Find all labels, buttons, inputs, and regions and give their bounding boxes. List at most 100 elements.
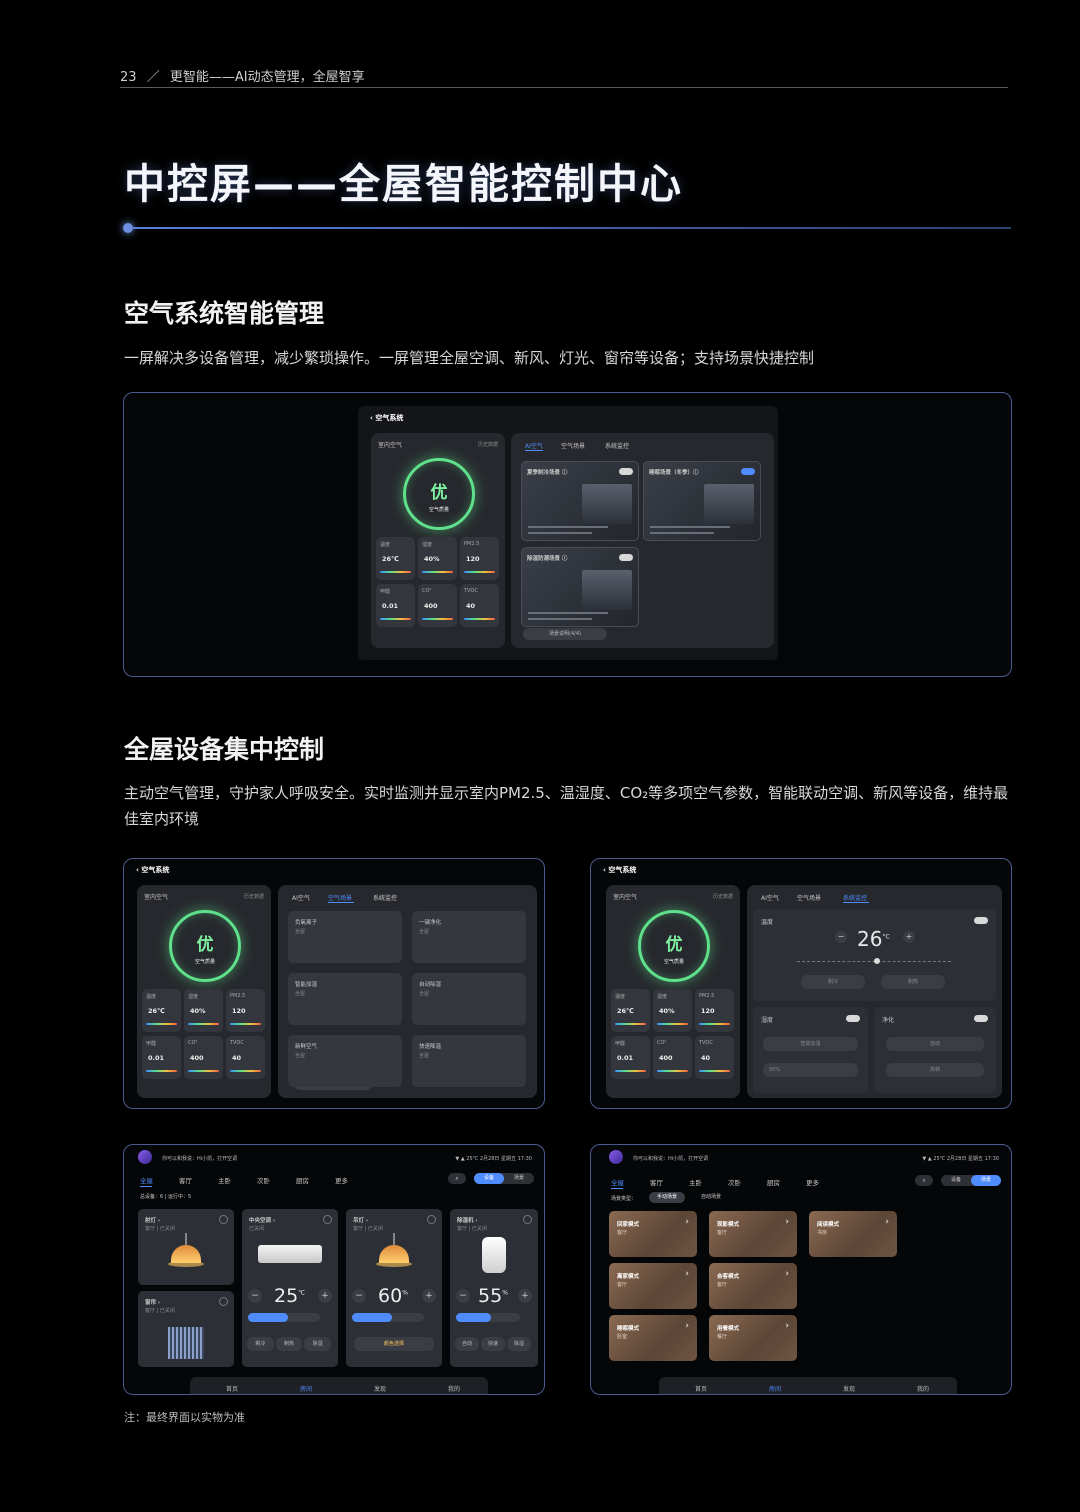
scene-info-button[interactable]: 场景说明(4/4) bbox=[523, 628, 607, 640]
cool-mode-button[interactable]: 制冷 bbox=[801, 975, 865, 989]
room-tab[interactable]: 更多 bbox=[335, 1175, 348, 1185]
tab-system-monitor[interactable]: 系统监控 bbox=[843, 893, 867, 902]
device-card[interactable]: 窗帘 › 客厅 | 已关闭 bbox=[138, 1291, 234, 1367]
power-icon[interactable] bbox=[523, 1215, 532, 1224]
scene-tile[interactable]: 负氧离子 全屋 bbox=[288, 911, 402, 963]
scene-mode-card[interactable]: 观影模式 客厅 › bbox=[709, 1211, 797, 1257]
tab-air-scene[interactable]: 空气场景 bbox=[328, 893, 352, 902]
tab-air-scene[interactable]: 空气场景 bbox=[797, 893, 821, 902]
tab-ai-air[interactable]: AI空气 bbox=[761, 893, 779, 902]
segment-scenes[interactable]: 场景 bbox=[504, 1173, 534, 1184]
room-tab[interactable]: 厨房 bbox=[296, 1175, 309, 1185]
scene-tile[interactable]: 新鲜空气 全屋 bbox=[288, 1035, 402, 1087]
segment-devices[interactable]: 设备 bbox=[941, 1175, 971, 1186]
room-tab[interactable]: 全屋 bbox=[140, 1175, 153, 1185]
scene-tile[interactable]: 一键净化 全屋 bbox=[412, 911, 526, 963]
history-link[interactable]: 历史数据 bbox=[713, 893, 733, 900]
nav-item[interactable]: 发现 bbox=[374, 1384, 386, 1393]
power-icon[interactable] bbox=[427, 1215, 436, 1224]
tab-ai-air[interactable]: AI空气 bbox=[292, 893, 310, 902]
room-tab[interactable]: 主卧 bbox=[689, 1177, 702, 1187]
increase-button[interactable]: + bbox=[518, 1289, 532, 1303]
decrease-button[interactable]: − bbox=[248, 1289, 262, 1303]
scene-mode-card[interactable]: 阅读模式 书房 › bbox=[809, 1211, 897, 1257]
assistant-avatar[interactable] bbox=[138, 1150, 152, 1164]
heat-mode-button[interactable]: 制热 bbox=[881, 975, 945, 989]
level-slider-fill[interactable] bbox=[352, 1313, 392, 1322]
nav-item[interactable]: 我的 bbox=[917, 1384, 929, 1393]
scene-tile[interactable]: 快速降温 全屋 bbox=[412, 1035, 526, 1087]
back-button[interactable]: ‹ 空气系统 bbox=[370, 413, 403, 423]
scene-card[interactable]: 除湿防潮场景 ⓘ bbox=[521, 547, 639, 627]
segment-scenes[interactable]: 场景 bbox=[971, 1175, 1001, 1186]
room-tab[interactable]: 厨房 bbox=[767, 1177, 780, 1187]
mode-button[interactable]: 制热 bbox=[275, 1337, 303, 1351]
device-card[interactable]: 射灯 › 客厅 | 已关闭 bbox=[138, 1209, 234, 1285]
scene-mode-card[interactable]: 回家模式 客厅 › bbox=[609, 1211, 697, 1257]
scene-mode-card[interactable]: 睡眠模式 卧室 › bbox=[609, 1315, 697, 1361]
scene-card[interactable]: 睡眠场景（冬季）ⓘ bbox=[643, 461, 761, 541]
search-icon[interactable]: ⌕ bbox=[448, 1173, 466, 1184]
scene-mode-card[interactable]: 用餐模式 餐厅 › bbox=[709, 1315, 797, 1361]
increase-button[interactable]: + bbox=[318, 1289, 332, 1303]
segment-devices[interactable]: 设备 bbox=[474, 1173, 504, 1184]
scene-tile[interactable]: 自动除湿 全屋 bbox=[412, 973, 526, 1025]
assistant-avatar[interactable] bbox=[609, 1150, 623, 1164]
tab-system-monitor[interactable]: 系统监控 bbox=[605, 441, 629, 450]
nav-item[interactable]: 首页 bbox=[226, 1384, 238, 1393]
device-card[interactable]: 吊灯 › 客厅 | 已关闭 −60% + 颜色选择 bbox=[346, 1209, 442, 1367]
scene-tile[interactable]: 智能加湿 全屋 bbox=[288, 973, 402, 1025]
scene-mode-card[interactable]: 会客模式 客厅 › bbox=[709, 1263, 797, 1309]
mode-button[interactable]: 自动 bbox=[455, 1337, 479, 1351]
temperature-plus-button[interactable]: + bbox=[903, 931, 915, 943]
mode-button[interactable]: 除湿 bbox=[304, 1337, 331, 1351]
scene-mode-card[interactable]: 离家模式 客厅 › bbox=[609, 1263, 697, 1309]
high-mode-button[interactable]: 高档 bbox=[886, 1063, 984, 1077]
smart-humidify-button[interactable]: 智能加湿 bbox=[763, 1037, 858, 1051]
scene-card[interactable]: 夏季制冷场景 ⓘ bbox=[521, 461, 639, 541]
nav-item[interactable]: 房间 bbox=[300, 1384, 312, 1393]
auto-mode-button[interactable]: 自动 bbox=[886, 1037, 984, 1051]
temperature-slider-thumb[interactable] bbox=[874, 958, 880, 964]
tab-system-monitor[interactable]: 系统监控 bbox=[373, 893, 397, 902]
room-tab[interactable]: 主卧 bbox=[218, 1175, 231, 1185]
scene-toggle[interactable] bbox=[619, 468, 633, 475]
nav-item[interactable]: 房间 bbox=[769, 1384, 781, 1393]
mode-button[interactable]: 快速 bbox=[481, 1337, 505, 1351]
tab-ai-air[interactable]: AI空气 bbox=[525, 441, 543, 450]
temperature-toggle[interactable] bbox=[974, 917, 988, 924]
nav-item[interactable]: 我的 bbox=[448, 1384, 460, 1393]
filter-auto[interactable]: 自动场景 bbox=[693, 1192, 729, 1203]
humidity-toggle[interactable] bbox=[846, 1015, 860, 1022]
mode-button[interactable]: 除湿 bbox=[507, 1337, 531, 1351]
room-tab[interactable]: 更多 bbox=[806, 1177, 819, 1187]
nav-item[interactable]: 首页 bbox=[695, 1384, 707, 1393]
history-link[interactable]: 历史数据 bbox=[478, 441, 498, 448]
purify-toggle[interactable] bbox=[974, 1015, 988, 1022]
nav-item[interactable]: 发现 bbox=[843, 1384, 855, 1393]
room-tab[interactable]: 次卧 bbox=[728, 1177, 741, 1187]
increase-button[interactable]: + bbox=[422, 1289, 436, 1303]
tab-air-scene[interactable]: 空气场景 bbox=[561, 441, 585, 450]
room-tab[interactable]: 客厅 bbox=[650, 1177, 663, 1187]
level-slider-fill[interactable] bbox=[248, 1313, 288, 1322]
power-icon[interactable] bbox=[323, 1215, 332, 1224]
scene-toggle[interactable] bbox=[741, 468, 755, 475]
level-slider-fill[interactable] bbox=[456, 1313, 492, 1322]
room-tab[interactable]: 全屋 bbox=[611, 1177, 624, 1187]
scene-toggle[interactable] bbox=[619, 554, 633, 561]
filter-manual[interactable]: 手动场景 bbox=[649, 1192, 685, 1203]
mode-button[interactable]: 制冷 bbox=[247, 1337, 274, 1351]
decrease-button[interactable]: − bbox=[352, 1289, 366, 1303]
humidity-level-slider[interactable]: 50% bbox=[763, 1063, 858, 1077]
color-select-button[interactable]: 颜色选择 bbox=[354, 1337, 434, 1351]
room-tab[interactable]: 客厅 bbox=[179, 1175, 192, 1185]
temperature-minus-button[interactable]: − bbox=[835, 931, 847, 943]
power-icon[interactable] bbox=[219, 1215, 228, 1224]
room-tab[interactable]: 次卧 bbox=[257, 1175, 270, 1185]
back-button[interactable]: ‹ 空气系统 bbox=[603, 865, 636, 875]
back-button[interactable]: ‹ 空气系统 bbox=[136, 865, 169, 875]
decrease-button[interactable]: − bbox=[456, 1289, 470, 1303]
device-card[interactable]: 除湿机 › 客厅 | 已关闭 −55% + 自动 快速 除湿 bbox=[450, 1209, 538, 1367]
device-card[interactable]: 中央空调 › 已关闭 −25℃ + 制冷 制热 除湿 bbox=[242, 1209, 338, 1367]
